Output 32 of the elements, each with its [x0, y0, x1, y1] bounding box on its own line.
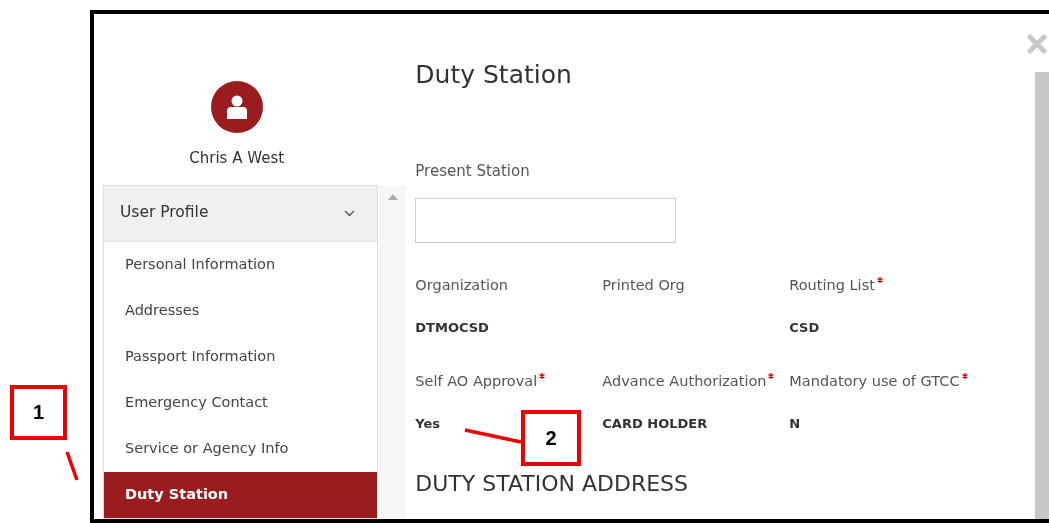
- leader-line: [462, 427, 524, 445]
- callout-label: 1: [10, 385, 67, 440]
- field-label: Present Station: [415, 161, 531, 182]
- chevron-icon: [344, 209, 355, 217]
- field-value: DTMOCSD: [415, 319, 489, 335]
- menu-item[interactable]: Emergency Contact: [104, 379, 377, 426]
- field-label: Organization: [415, 276, 509, 293]
- field-label: Mandatory use of GTCC: [789, 372, 960, 389]
- field-value: Yes: [415, 415, 441, 431]
- field-label: Printed Org: [602, 276, 685, 293]
- scroll-up-icon[interactable]: [387, 194, 398, 200]
- menu-item[interactable]: Personal Information: [104, 241, 377, 288]
- menu-item[interactable]: Duty Station: [104, 471, 377, 518]
- field-value: CSD: [789, 319, 820, 335]
- field-label: Self AO Approval: [415, 372, 538, 389]
- close-icon[interactable]: [1027, 34, 1047, 54]
- field-value: CARD HOLDER: [602, 415, 708, 431]
- menu-header[interactable]: User Profile: [104, 185, 377, 242]
- field-label: Advance Authorization: [602, 372, 767, 389]
- input-field[interactable]: [415, 197, 677, 243]
- user-name: Chris A West: [188, 148, 286, 169]
- page-title: Duty Station: [415, 60, 573, 90]
- scrollbar[interactable]: [1035, 72, 1049, 519]
- field-label: Routing List: [789, 276, 875, 293]
- menu-item[interactable]: Passport Information: [104, 333, 377, 380]
- callout-label: 2: [521, 410, 581, 466]
- field-value: N: [789, 415, 801, 431]
- leader-line: [64, 449, 80, 483]
- section-heading: DUTY STATION ADDRESS: [415, 469, 690, 498]
- menu-item[interactable]: Service or Agency Info: [104, 425, 377, 472]
- avatar-icon: [210, 81, 263, 133]
- menu-item[interactable]: Addresses: [104, 287, 377, 334]
